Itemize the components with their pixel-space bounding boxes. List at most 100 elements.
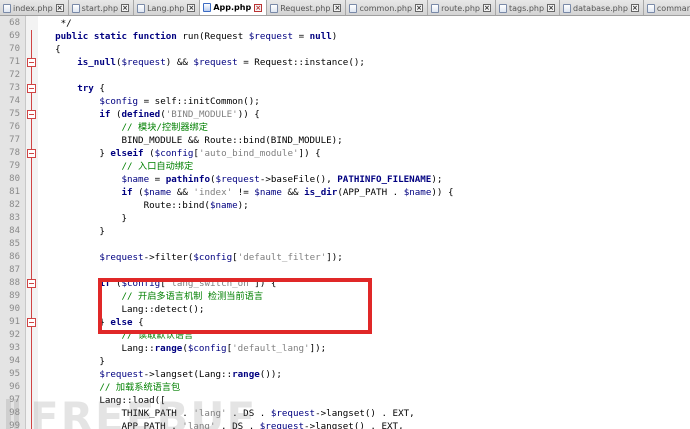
code-text[interactable]: } — [44, 355, 105, 368]
line-number: 73 — [9, 83, 20, 93]
fold-collapse-icon[interactable] — [27, 110, 36, 119]
code-line[interactable]: 73 try { — [0, 82, 690, 95]
code-text[interactable]: $name = pathinfo($request->baseFile(), P… — [44, 173, 442, 186]
tab-label: command.php — [656, 3, 690, 13]
php-file-icon — [498, 3, 507, 13]
line-number: 82 — [9, 200, 20, 210]
code-text[interactable]: } — [44, 212, 127, 225]
close-icon[interactable]: × — [254, 3, 263, 12]
line-number: 89 — [9, 291, 20, 301]
code-line[interactable]: 87 — [0, 264, 690, 277]
code-line[interactable]: 94 } — [0, 355, 690, 368]
tab-lang-php[interactable]: Lang.php × — [134, 0, 201, 15]
code-text[interactable]: $config = self::initCommon(); — [44, 95, 259, 108]
code-text[interactable]: if ($name && 'index' != $name && is_dir(… — [44, 186, 453, 199]
line-number: 72 — [9, 70, 20, 80]
close-icon[interactable]: × — [415, 4, 424, 12]
tab-database-php[interactable]: database.php × — [560, 0, 644, 15]
close-icon[interactable]: × — [55, 4, 64, 12]
php-file-icon — [349, 3, 358, 13]
code-text[interactable]: */ — [44, 17, 72, 30]
code-line[interactable]: 82 Route::bind($name); — [0, 199, 690, 212]
tab-command-php[interactable]: command.php× — [643, 0, 690, 15]
tab-tags-php[interactable]: tags.php × — [495, 0, 561, 15]
code-line[interactable]: 86 $request->filter($config['default_fil… — [0, 251, 690, 264]
code-text[interactable]: public static function run(Request $requ… — [44, 30, 337, 43]
php-file-icon — [137, 3, 146, 13]
close-icon[interactable]: × — [333, 4, 342, 12]
tab-label: common.php — [359, 3, 413, 13]
freebuf-watermark: FREEBUF — [4, 393, 255, 429]
code-line[interactable]: 75 if (defined('BIND_MODULE')) { — [0, 108, 690, 121]
close-icon[interactable]: × — [630, 4, 639, 12]
code-text[interactable]: // 入口自动绑定 — [44, 160, 193, 173]
code-line[interactable]: 69 public static function run(Request $r… — [0, 30, 690, 43]
line-number: 77 — [9, 135, 20, 145]
code-line[interactable]: 78 } elseif ($config['auto_bind_module']… — [0, 147, 690, 160]
code-line[interactable]: 84 } — [0, 225, 690, 238]
line-number: 80 — [9, 174, 20, 184]
tab-app-php[interactable]: App.php × — [200, 0, 268, 15]
line-number: 94 — [9, 356, 20, 366]
tab-label: index.php — [13, 3, 53, 13]
code-text[interactable]: try { — [44, 82, 105, 95]
editor-tab-bar: index.php × start.php × Lang.php × App.php × Req… — [0, 0, 690, 16]
code-text[interactable]: Route::bind($name); — [44, 199, 249, 212]
tab-request-php[interactable]: Request.php × — [267, 0, 347, 15]
code-text[interactable]: is_null($request) && $request = Request:… — [44, 56, 365, 69]
line-number: 74 — [9, 96, 20, 106]
code-line[interactable]: 93 Lang::range($config['default_lang']); — [0, 342, 690, 355]
code-line[interactable]: 77 BIND_MODULE && Route::bind(BIND_MODUL… — [0, 134, 690, 147]
close-icon[interactable]: × — [482, 4, 491, 12]
tab-route-php[interactable]: route.php × — [428, 0, 496, 15]
code-text[interactable]: } — [44, 225, 105, 238]
line-number: 81 — [9, 187, 20, 197]
line-number: 87 — [9, 265, 20, 275]
fold-collapse-icon[interactable] — [27, 318, 36, 327]
close-icon[interactable]: × — [121, 4, 130, 12]
code-line[interactable]: 80 $name = pathinfo($request->baseFile()… — [0, 173, 690, 186]
code-text[interactable]: $request->langset(Lang::range()); — [44, 368, 282, 381]
code-text[interactable]: if (defined('BIND_MODULE')) { — [44, 108, 260, 121]
tab-label: route.php — [441, 3, 480, 13]
code-line[interactable]: 70 { — [0, 43, 690, 56]
tab-start-php[interactable]: start.php × — [68, 0, 135, 15]
tab-label: start.php — [81, 3, 119, 13]
code-text[interactable]: { — [44, 43, 61, 56]
php-file-icon — [270, 3, 279, 13]
line-number: 76 — [9, 122, 20, 132]
freebuf-logo-icon — [6, 399, 19, 429]
line-number: 85 — [9, 239, 20, 249]
code-line[interactable]: 71 is_null($request) && $request = Reque… — [0, 56, 690, 69]
close-icon[interactable]: × — [547, 4, 556, 12]
close-icon[interactable]: × — [187, 4, 196, 12]
tab-common-php[interactable]: common.php × — [346, 0, 429, 15]
tab-label: database.php — [573, 3, 628, 13]
fold-collapse-icon[interactable] — [27, 84, 36, 93]
code-line[interactable]: 76 // 模块/控制器绑定 — [0, 121, 690, 134]
line-number: 91 — [9, 317, 20, 327]
code-text[interactable]: BIND_MODULE && Route::bind(BIND_MODULE); — [44, 134, 342, 147]
line-number: 69 — [9, 31, 20, 41]
code-line[interactable]: 68 */ — [0, 17, 690, 30]
code-text[interactable]: Lang::range($config['default_lang']); — [44, 342, 326, 355]
code-text[interactable]: // 模块/控制器绑定 — [44, 121, 207, 134]
line-number: 93 — [9, 343, 20, 353]
fold-collapse-icon[interactable] — [27, 279, 36, 288]
code-line[interactable]: 85 — [0, 238, 690, 251]
code-line[interactable]: 95 $request->langset(Lang::range()); — [0, 368, 690, 381]
php-file-icon — [3, 3, 11, 13]
code-editor[interactable]: 68 */69 public static function run(Reque… — [0, 16, 690, 429]
fold-collapse-icon[interactable] — [27, 58, 36, 67]
code-line[interactable]: 83 } — [0, 212, 690, 225]
code-text[interactable]: } elseif ($config['auto_bind_module']) { — [44, 147, 320, 160]
code-line[interactable]: 72 — [0, 69, 690, 82]
fold-collapse-icon[interactable] — [27, 149, 36, 158]
code-text[interactable]: $request->filter($config['default_filter… — [44, 251, 342, 264]
tab-label: Request.php — [280, 3, 331, 13]
code-line[interactable]: 74 $config = self::initCommon(); — [0, 95, 690, 108]
line-number: 78 — [9, 148, 20, 158]
code-line[interactable]: 79 // 入口自动绑定 — [0, 160, 690, 173]
tab-index-php[interactable]: index.php × — [0, 0, 69, 15]
code-line[interactable]: 81 if ($name && 'index' != $name && is_d… — [0, 186, 690, 199]
